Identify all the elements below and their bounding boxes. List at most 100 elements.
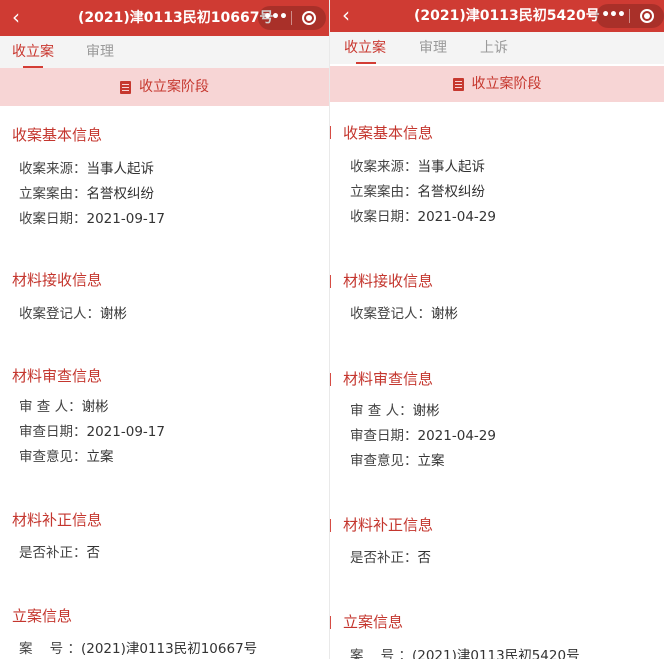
info-value: 否	[417, 550, 432, 566]
info-key: 案 号 ：	[19, 641, 81, 657]
section-title: 材料审查信息	[343, 370, 434, 388]
info-key: 立案案由：	[19, 186, 87, 202]
document-icon	[120, 80, 131, 94]
info-row: 审查意见：立案	[350, 449, 445, 469]
tab-filing[interactable]: 收立案	[12, 36, 54, 68]
case-detail-panel-right: ‹ (2021)津0113民初5420号 ••• 收立案 审理 上诉 收立案阶段…	[330, 0, 664, 659]
info-row: 审 查 人：谢彬	[19, 395, 109, 415]
info-key: 审查意见：	[19, 449, 87, 465]
info-value: 名誉权纠纷	[86, 186, 155, 202]
info-value: 当事人起诉	[86, 161, 155, 177]
info-row: 审查日期：2021-09-17	[19, 420, 165, 440]
target-close-icon[interactable]	[640, 9, 654, 23]
section-title: 材料接收信息	[343, 272, 434, 290]
info-row: 收案登记人：谢彬	[19, 302, 127, 322]
tab-filing[interactable]: 收立案	[344, 32, 386, 64]
info-key: 收案登记人：	[350, 306, 431, 322]
info-row: 案 号 ：(2021)津0113民初10667号	[19, 637, 257, 657]
info-key: 收案来源：	[19, 161, 87, 177]
section-card-basic: 收案基本信息 收案来源：当事人起诉 立案案由：名誉权纠纷 收案日期：2021-0…	[330, 103, 664, 243]
tab-appeal[interactable]: 上诉	[480, 32, 508, 64]
info-value: 2021-04-29	[417, 209, 496, 225]
info-row: 立案案由：名誉权纠纷	[350, 180, 485, 200]
section-title: 材料审查信息	[12, 367, 103, 385]
info-row: 是否补正：否	[350, 546, 431, 566]
page-title: (2021)津0113民初5420号	[414, 8, 600, 24]
section-card-correction: 材料补正信息 是否补正：否	[0, 490, 329, 576]
section-marker	[330, 275, 331, 288]
section-title: 立案信息	[343, 613, 404, 631]
chevron-left-icon[interactable]: ‹	[6, 4, 26, 30]
section-title: 收案基本信息	[12, 126, 103, 144]
info-value: 谢彬	[100, 306, 127, 322]
section-card-review: 材料审查信息 审 查 人：谢彬 审查日期：2021-09-17 审查意见：立案	[0, 346, 329, 478]
info-key: 案 号 ：	[350, 648, 412, 659]
info-value: 谢彬	[412, 403, 440, 419]
chevron-left-icon[interactable]: ‹	[336, 2, 356, 28]
section-title: 材料补正信息	[343, 516, 434, 534]
info-key: 收案来源：	[350, 159, 418, 175]
section-card-basic: 收案基本信息 收案来源：当事人起诉 立案案由：名誉权纠纷 收案日期：2021-0…	[0, 106, 329, 242]
target-close-icon[interactable]	[302, 11, 316, 25]
tab-bar: 收立案 审理 上诉	[330, 32, 664, 64]
info-value: 立案	[417, 453, 445, 469]
mini-program-capsule: •••	[258, 6, 326, 30]
section-card-receipt: 材料接收信息 收案登记人：谢彬	[330, 251, 664, 337]
mini-program-capsule: •••	[596, 4, 664, 28]
section-title: 材料接收信息	[12, 271, 103, 289]
section-marker	[330, 373, 331, 386]
title-bar: ‹ (2021)津0113民初10667号 •••	[0, 0, 329, 36]
info-row: 收案登记人：谢彬	[350, 302, 458, 322]
stage-banner-label: 收立案阶段	[139, 79, 209, 95]
section-marker	[330, 616, 331, 629]
capsule-divider	[629, 9, 630, 23]
info-key: 收案日期：	[19, 211, 87, 227]
tab-trial[interactable]: 审理	[86, 36, 114, 68]
document-icon	[452, 77, 464, 91]
info-value: 谢彬	[81, 399, 109, 415]
more-dots-icon[interactable]: •••	[596, 4, 630, 28]
section-card-filing: 立案信息 案 号 ：(2021)津0113民初5420号	[330, 594, 664, 659]
info-key: 审查日期：	[19, 424, 87, 440]
info-value: 2021-09-17	[86, 424, 165, 440]
section-card-receipt: 材料接收信息 收案登记人：谢彬	[0, 251, 329, 335]
stage-banner: 收立案阶段	[330, 66, 664, 102]
section-card-review: 材料审查信息 审 查 人：谢彬 审查日期：2021-04-29 审查意见：立案	[330, 348, 664, 486]
info-row: 审 查 人：谢彬	[350, 399, 440, 419]
info-row: 收案来源：当事人起诉	[350, 155, 485, 175]
info-key: 立案案由：	[350, 184, 418, 200]
info-key: 审查意见：	[350, 453, 418, 469]
section-title: 收案基本信息	[343, 124, 434, 142]
info-row: 收案日期：2021-04-29	[350, 205, 496, 225]
more-dots-icon[interactable]: •••	[258, 6, 292, 30]
case-detail-panel-left: ‹ (2021)津0113民初10667号 ••• 收立案 审理 收立案阶段 收…	[0, 0, 329, 659]
info-value: (2021)津0113民初10667号	[80, 641, 258, 657]
title-bar: ‹ (2021)津0113民初5420号 •••	[330, 0, 664, 32]
info-key: 审 查 人：	[350, 403, 413, 419]
info-key: 是否补正：	[350, 550, 418, 566]
section-title: 材料补正信息	[12, 511, 103, 529]
info-row: 是否补正：否	[19, 541, 100, 561]
info-key: 审查日期：	[350, 428, 418, 444]
info-key: 审 查 人：	[19, 399, 82, 415]
info-value: 否	[86, 545, 101, 561]
info-value: 2021-04-29	[417, 428, 496, 444]
info-row: 审查日期：2021-04-29	[350, 424, 496, 444]
section-card-correction: 材料补正信息 是否补正：否	[330, 495, 664, 585]
info-value: 立案	[86, 449, 114, 465]
tab-bar: 收立案 审理	[0, 36, 329, 68]
capsule-divider	[291, 11, 292, 25]
active-tab-indicator	[356, 62, 376, 64]
section-marker	[330, 519, 331, 532]
section-card-filing: 立案信息 案 号 ：(2021)津0113民初10667号	[0, 586, 329, 659]
info-key: 收案登记人：	[19, 306, 100, 322]
info-value: 2021-09-17	[86, 211, 165, 227]
tab-trial[interactable]: 审理	[419, 32, 447, 64]
page-title: (2021)津0113民初10667号	[78, 10, 274, 26]
section-title: 立案信息	[12, 607, 73, 625]
info-key: 收案日期：	[350, 209, 418, 225]
info-value: 谢彬	[431, 306, 458, 322]
stage-banner: 收立案阶段	[0, 68, 329, 106]
info-row: 立案案由：名誉权纠纷	[19, 182, 154, 202]
section-marker	[330, 126, 331, 139]
